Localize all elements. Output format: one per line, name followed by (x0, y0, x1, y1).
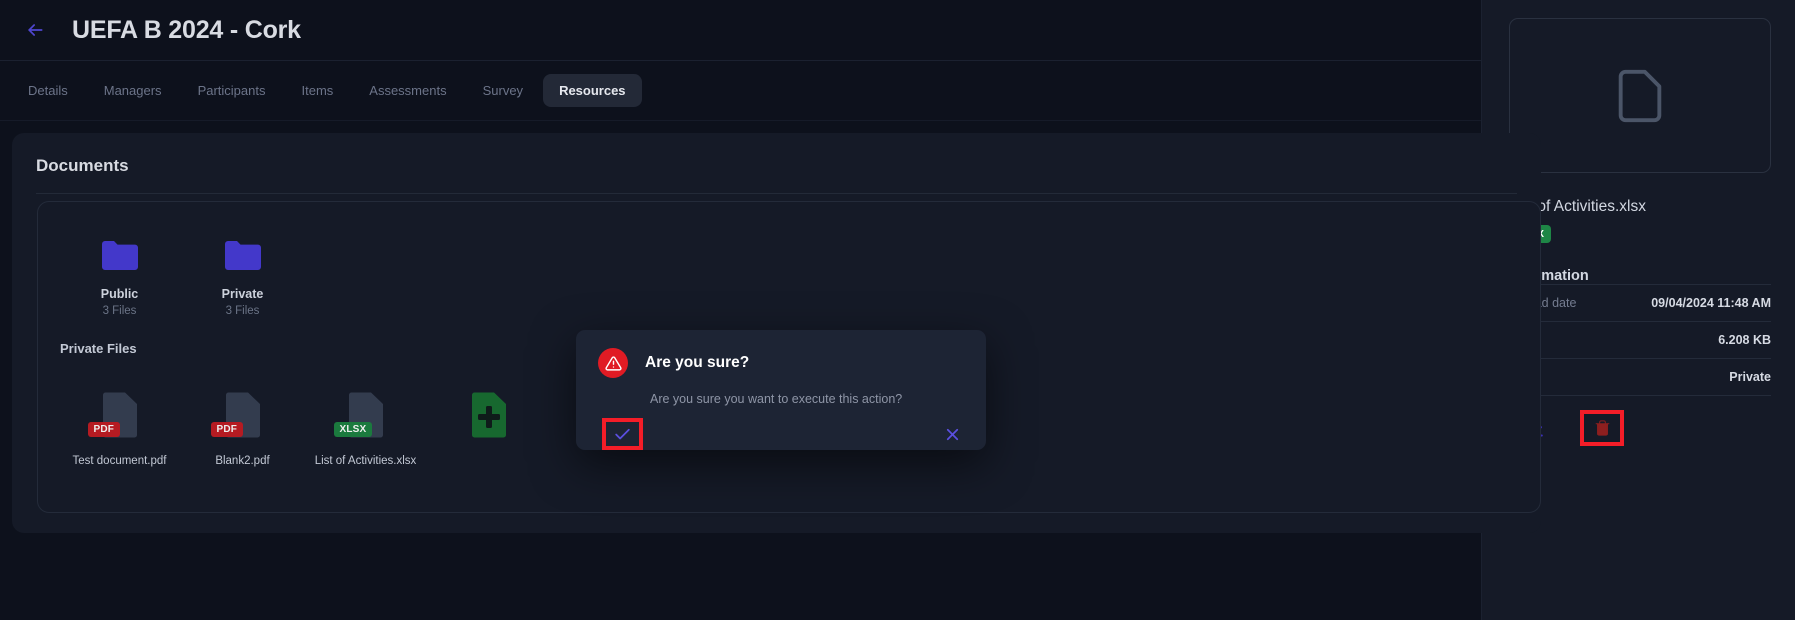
tab-items[interactable]: Items (285, 74, 349, 107)
dialog-message: Are you sure you want to execute this ac… (576, 378, 986, 406)
folder-row: Public 3 Files Private 3 Files (38, 202, 1540, 333)
file-name: Test document.pdf (73, 455, 167, 467)
info-value: 6.208 KB (1718, 333, 1771, 347)
add-file-button[interactable] (427, 376, 550, 485)
pdf-file-icon: PDF (100, 392, 140, 438)
folder-count: 3 Files (226, 305, 260, 317)
info-row: Size 6.208 KB (1509, 321, 1771, 358)
file-badge: PDF (211, 422, 244, 437)
file-preview (1509, 18, 1771, 173)
folder-private[interactable]: Private 3 Files (181, 224, 304, 333)
arrow-left-icon[interactable] (22, 17, 48, 43)
dialog-header: Are you sure? (576, 330, 986, 378)
add-file-icon (469, 392, 509, 438)
information-title: Information (1509, 268, 1771, 284)
file-name: Blank2.pdf (215, 455, 269, 467)
check-icon (613, 425, 632, 444)
tab-participants[interactable]: Participants (182, 74, 282, 107)
file-actions (1509, 396, 1771, 446)
dialog-actions (576, 406, 986, 450)
info-row: Type Private (1509, 358, 1771, 395)
file-tile-blank2[interactable]: PDF Blank2.pdf (181, 376, 304, 485)
tab-details[interactable]: Details (12, 74, 84, 107)
delete-button[interactable] (1580, 410, 1624, 446)
close-icon (943, 425, 962, 444)
tab-managers[interactable]: Managers (88, 74, 178, 107)
folder-name: Public (101, 287, 139, 301)
folder-icon (102, 240, 138, 270)
page-title: UEFA B 2024 - Cork (72, 16, 301, 45)
document-icon (1611, 63, 1669, 129)
card-divider (36, 193, 1517, 194)
main-column: UEFA B 2024 - Cork Details Managers Part… (0, 0, 1481, 620)
file-name: List of Activities.xlsx (315, 455, 417, 467)
app-root: UEFA B 2024 - Cork Details Managers Part… (0, 0, 1795, 620)
pdf-file-icon: PDF (223, 392, 263, 438)
confirm-button[interactable] (602, 418, 643, 450)
file-badge: XLSX (334, 422, 373, 437)
folder-name: Private (222, 287, 264, 301)
documents-title: Documents (12, 133, 1541, 176)
cancel-button[interactable] (943, 425, 962, 444)
info-value: Private (1729, 370, 1771, 384)
info-value: 09/04/2024 11:48 AM (1651, 296, 1771, 310)
tab-assessments[interactable]: Assessments (353, 74, 462, 107)
folder-count: 3 Files (103, 305, 137, 317)
file-tile-test-document[interactable]: PDF Test document.pdf (58, 376, 181, 485)
tab-bar: Details Managers Participants Items Asse… (0, 61, 1481, 121)
file-tile-list-of-activities[interactable]: XLSX List of Activities.xlsx (304, 376, 427, 485)
info-row: Upload date 09/04/2024 11:48 AM (1509, 284, 1771, 321)
file-badge: PDF (88, 422, 121, 437)
confirm-dialog: Are you sure? Are you sure you want to e… (576, 330, 986, 450)
folder-icon (225, 240, 261, 270)
top-bar: UEFA B 2024 - Cork (0, 0, 1481, 61)
folder-public[interactable]: Public 3 Files (58, 224, 181, 333)
sidebar-file-name: List of Activities.xlsx (1509, 198, 1771, 216)
tab-survey[interactable]: Survey (467, 74, 539, 107)
xlsx-file-icon: XLSX (346, 392, 386, 438)
trash-icon (1594, 419, 1611, 437)
warning-icon (598, 348, 628, 378)
tab-resources[interactable]: Resources (543, 74, 641, 107)
dialog-title: Are you sure? (645, 354, 749, 372)
